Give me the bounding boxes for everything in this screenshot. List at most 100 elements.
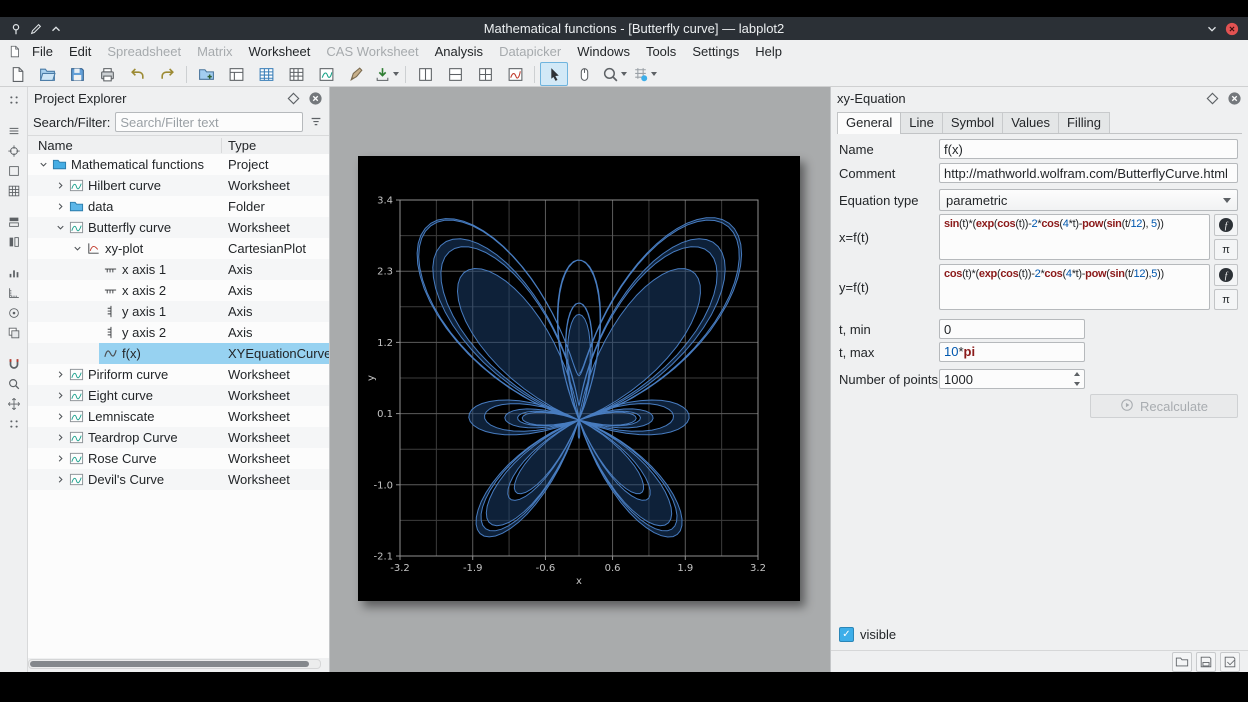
- spin-up-icon[interactable]: [1072, 370, 1082, 378]
- menu-item-datapicker[interactable]: Datapicker: [491, 42, 569, 61]
- dots-grid-button[interactable]: [3, 414, 25, 434]
- branch-collapsed-icon[interactable]: [53, 473, 67, 487]
- dots-grid-button[interactable]: [3, 90, 25, 110]
- tree-row-butterfly-curve[interactable]: Butterfly curveWorksheet: [28, 217, 329, 238]
- chevron-up-icon[interactable]: [48, 21, 64, 37]
- tmax-input[interactable]: 10*pi: [939, 342, 1085, 362]
- tab-values[interactable]: Values: [1002, 112, 1059, 133]
- float-diamond-icon[interactable]: [1204, 90, 1220, 106]
- y-equation-input[interactable]: cos(t)*(exp(cos(t))-2*cos(4*t)-pow(sin(t…: [939, 264, 1210, 310]
- crosshair-button[interactable]: [3, 141, 25, 161]
- tab-general[interactable]: General: [837, 112, 901, 134]
- zoom-select-button[interactable]: [600, 62, 628, 86]
- columns-button[interactable]: [3, 232, 25, 252]
- select-cursor-button[interactable]: [540, 62, 568, 86]
- branch-collapsed-icon[interactable]: [53, 389, 67, 403]
- column-header-type[interactable]: Type: [222, 138, 329, 153]
- magnetic-grid-button[interactable]: [630, 62, 658, 86]
- panel-close-icon[interactable]: [307, 90, 323, 106]
- branch-collapsed-icon[interactable]: [53, 431, 67, 445]
- tree-row-lemniscate[interactable]: LemniscateWorksheet: [28, 406, 329, 427]
- save-project-button[interactable]: [63, 62, 91, 86]
- branch-collapsed-icon[interactable]: [53, 410, 67, 424]
- new-matrix-button[interactable]: [282, 62, 310, 86]
- insert-function-button[interactable]: f: [1214, 264, 1238, 286]
- tree-row-rose-curve[interactable]: Rose CurveWorksheet: [28, 448, 329, 469]
- comment-input[interactable]: [939, 163, 1238, 183]
- tree-row-teardrop-curve[interactable]: Teardrop CurveWorksheet: [28, 427, 329, 448]
- vertical-layout-button[interactable]: [411, 62, 439, 86]
- insert-constant-button[interactable]: π: [1214, 289, 1238, 311]
- insert-constant-button[interactable]: π: [1214, 239, 1238, 261]
- grid-layout-button[interactable]: [471, 62, 499, 86]
- branch-collapsed-icon[interactable]: [53, 179, 67, 193]
- tab-filling[interactable]: Filling: [1058, 112, 1110, 133]
- spin-down-icon[interactable]: [1072, 380, 1082, 388]
- recalculate-button[interactable]: Recalculate: [1090, 394, 1238, 418]
- scrollbar-handle[interactable]: [30, 661, 309, 667]
- save-as-template-button[interactable]: [1220, 652, 1240, 672]
- load-template-button[interactable]: [1172, 652, 1192, 672]
- menu-item-edit[interactable]: Edit: [61, 42, 99, 61]
- new-project-button[interactable]: [3, 62, 31, 86]
- menu-item-worksheet[interactable]: Worksheet: [240, 42, 318, 61]
- branch-expanded-icon[interactable]: [36, 158, 50, 172]
- tmin-input[interactable]: [939, 319, 1085, 339]
- branch-expanded-icon[interactable]: [70, 242, 84, 256]
- redo-button[interactable]: [153, 62, 181, 86]
- panel-close-icon[interactable]: [1226, 90, 1242, 106]
- magnet-button[interactable]: [3, 354, 25, 374]
- grid-button[interactable]: [3, 181, 25, 201]
- menu-item-cas-worksheet[interactable]: CAS Worksheet: [318, 42, 426, 61]
- float-diamond-icon[interactable]: [285, 90, 301, 106]
- menu-item-settings[interactable]: Settings: [684, 42, 747, 61]
- import-data-button[interactable]: [372, 62, 400, 86]
- column-header-name[interactable]: Name: [28, 138, 222, 153]
- menu-item-file[interactable]: File: [24, 42, 61, 61]
- navigate-mouse-button[interactable]: [570, 62, 598, 86]
- edit-icon[interactable]: [28, 21, 44, 37]
- tree-row-xy-plot[interactable]: xy-plotCartesianPlot: [28, 238, 329, 259]
- menu-item-help[interactable]: Help: [747, 42, 790, 61]
- tree-row-mathematical-functions[interactable]: Mathematical functionsProject: [28, 154, 329, 175]
- rows-button[interactable]: [3, 212, 25, 232]
- menu-item-matrix[interactable]: Matrix: [189, 42, 240, 61]
- tree-row-x-axis-2[interactable]: x axis 2Axis: [28, 280, 329, 301]
- tree-row-y-axis-2[interactable]: y axis 2Axis: [28, 322, 329, 343]
- equation-type-combobox[interactable]: parametric: [939, 189, 1238, 211]
- x-equation-input[interactable]: sin(t)*(exp(cos(t))-2*cos(4*t)-pow(sin(t…: [939, 214, 1210, 260]
- search-filter-input[interactable]: [115, 112, 303, 132]
- tree-row-eight-curve[interactable]: Eight curveWorksheet: [28, 385, 329, 406]
- worksheet-view[interactable]: -3.2-1.9-0.60.61.93.23.42.31.20.1-1.0-2.…: [330, 87, 830, 672]
- target-button[interactable]: [3, 303, 25, 323]
- branch-collapsed-icon[interactable]: [53, 200, 67, 214]
- points-input[interactable]: [939, 369, 1085, 389]
- new-datapicker-button[interactable]: [342, 62, 370, 86]
- worksheet-page[interactable]: -3.2-1.9-0.60.61.93.23.42.31.20.1-1.0-2.…: [358, 156, 800, 601]
- horizontal-scrollbar[interactable]: [28, 659, 321, 669]
- new-workbook-button[interactable]: [222, 62, 250, 86]
- arrows-button[interactable]: [3, 394, 25, 414]
- tab-symbol[interactable]: Symbol: [942, 112, 1003, 133]
- fit-curve-button[interactable]: [501, 62, 529, 86]
- zoom-small-button[interactable]: [3, 374, 25, 394]
- branch-collapsed-icon[interactable]: [53, 452, 67, 466]
- branch-expanded-icon[interactable]: [53, 221, 67, 235]
- tab-line[interactable]: Line: [900, 112, 943, 133]
- tree-row-piriform-curve[interactable]: Piriform curveWorksheet: [28, 364, 329, 385]
- menu-item-analysis[interactable]: Analysis: [427, 42, 491, 61]
- save-template-button[interactable]: [1196, 652, 1216, 672]
- new-folder-button[interactable]: [192, 62, 220, 86]
- titlebar[interactable]: Mathematical functions - [Butterfly curv…: [0, 17, 1248, 40]
- pin-icon[interactable]: [8, 21, 24, 37]
- tree-row-devil-s-curve[interactable]: Devil's CurveWorksheet: [28, 469, 329, 490]
- close-icon[interactable]: [1224, 21, 1240, 37]
- butterfly-plot[interactable]: -3.2-1.9-0.60.61.93.23.42.31.20.1-1.0-2.…: [358, 156, 800, 601]
- application-menu-icon[interactable]: [6, 43, 22, 59]
- tree-row-f-x-[interactable]: f(x)XYEquationCurve: [28, 343, 329, 364]
- new-spreadsheet-button[interactable]: [252, 62, 280, 86]
- square-outline-button[interactable]: [3, 161, 25, 181]
- undo-button[interactable]: [123, 62, 151, 86]
- filter-options-button[interactable]: [308, 114, 324, 130]
- chart-button[interactable]: [3, 263, 25, 283]
